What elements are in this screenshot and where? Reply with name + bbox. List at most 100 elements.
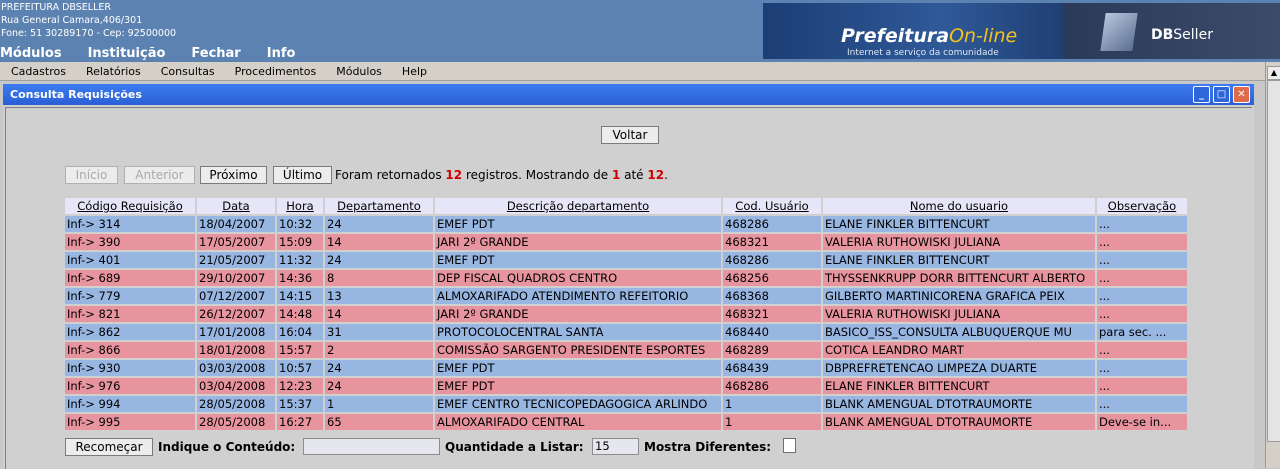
cell-nome-usuario: ELANE FINKLER BITTENCURT — [823, 378, 1095, 394]
cell-nome-usuario: BASICO_ISS_CONSULTA ALBUQUERQUE MU — [823, 324, 1095, 340]
cell-observacao: ... — [1097, 342, 1187, 358]
banner-logo-area: PrefeituraOn-line Internet a serviço da … — [763, 3, 1063, 59]
col-codigo-requisicao[interactable]: Código Requisição — [65, 198, 195, 214]
table-row[interactable]: Inf-> 976 03/04/2008 12:23 24 EMEF PDT 468286… — [65, 378, 1187, 394]
total-count: 12 — [445, 168, 463, 182]
cell-nome-usuario: GILBERTO MARTINICORENA GRAFICA PEIX — [823, 288, 1095, 304]
cell-cod-usuario: 468286 — [723, 378, 821, 394]
col-data[interactable]: Data — [197, 198, 275, 214]
col-departamento[interactable]: Departamento — [325, 198, 433, 214]
cell-codigo[interactable]: Inf-> 995 — [65, 414, 195, 430]
menu-relatorios[interactable]: Relatórios — [86, 65, 141, 78]
cell-hora: 15:57 — [277, 342, 323, 358]
table-row[interactable]: Inf-> 994 28/05/2008 15:37 1 EMEF CENTRO TEC… — [65, 396, 1187, 412]
window-titlebar: Consulta Requisições _ □ ✕ — [3, 84, 1254, 105]
col-observacao[interactable]: Observação — [1097, 198, 1187, 214]
maximize-button[interactable]: □ — [1213, 86, 1230, 103]
cell-data: 03/03/2008 — [197, 360, 275, 376]
indique-label: Indique o Conteúdo: — [158, 440, 296, 454]
menu-consultas[interactable]: Consultas — [161, 65, 215, 78]
cell-codigo[interactable]: Inf-> 401 — [65, 252, 195, 268]
cell-nome-usuario: BLANK AMENGUAL DTOTRAUMORTE — [823, 396, 1095, 412]
col-cod-usuario[interactable]: Cod. Usuário — [723, 198, 821, 214]
minimize-button[interactable]: _ — [1193, 86, 1210, 103]
scroll-up-icon[interactable]: ▲ — [1267, 66, 1280, 80]
cell-departamento: 2 — [325, 342, 433, 358]
cell-codigo[interactable]: Inf-> 994 — [65, 396, 195, 412]
cell-hora: 14:15 — [277, 288, 323, 304]
pagination-bar: Início Anterior Próximo Último Foram ret… — [63, 164, 1199, 186]
cell-nome-usuario: DBPREFRETENCAO LIMPEZA DUARTE — [823, 360, 1095, 376]
cell-descricao: COMISSÃO SARGENTO PRESIDENTE ESPORTES — [435, 342, 721, 358]
close-button[interactable]: ✕ — [1233, 86, 1250, 103]
top-menu-modulos[interactable]: Módulos — [0, 46, 62, 61]
inicio-button[interactable]: Início — [65, 166, 118, 184]
cell-codigo[interactable]: Inf-> 779 — [65, 288, 195, 304]
cell-observacao: ... — [1097, 234, 1187, 250]
col-hora[interactable]: Hora — [277, 198, 323, 214]
cell-codigo[interactable]: Inf-> 976 — [65, 378, 195, 394]
col-nome-usuario[interactable]: Nome do usuario — [823, 198, 1095, 214]
cell-descricao: DEP FISCAL QUADROS CENTRO — [435, 270, 721, 286]
cell-codigo[interactable]: Inf-> 862 — [65, 324, 195, 340]
mostra-diferentes-checkbox[interactable] — [783, 438, 796, 453]
cell-codigo[interactable]: Inf-> 866 — [65, 342, 195, 358]
cell-data: 29/10/2007 — [197, 270, 275, 286]
menu-help[interactable]: Help — [402, 65, 427, 78]
menu-cadastros[interactable]: Cadastros — [11, 65, 66, 78]
cell-cod-usuario: 468439 — [723, 360, 821, 376]
cell-data: 03/04/2008 — [197, 378, 275, 394]
table-row[interactable]: Inf-> 390 17/05/2007 15:09 14 JARI 2º GRANDE… — [65, 234, 1187, 250]
scroll-thumb[interactable] — [1267, 80, 1280, 442]
cell-hora: 11:32 — [277, 252, 323, 268]
page-scrollbar[interactable]: ▲ — [1265, 62, 1280, 468]
cell-nome-usuario: VALERIA RUTHOWISKI JULIANA — [823, 306, 1095, 322]
cell-observacao: ... — [1097, 378, 1187, 394]
table-row[interactable]: Inf-> 866 18/01/2008 15:57 2 COMISSÃO SARGEN… — [65, 342, 1187, 358]
menu-modulos[interactable]: Módulos — [336, 65, 382, 78]
menu-procedimentos[interactable]: Procedimentos — [235, 65, 317, 78]
cell-departamento: 24 — [325, 252, 433, 268]
col-descricao-departamento[interactable]: Descrição departamento — [435, 198, 721, 214]
table-row[interactable]: Inf-> 930 03/03/2008 10:57 24 EMEF PDT 468439… — [65, 360, 1187, 376]
cell-codigo[interactable]: Inf-> 930 — [65, 360, 195, 376]
table-row[interactable]: Inf-> 821 26/12/2007 14:48 14 JARI 2º GRANDE… — [65, 306, 1187, 322]
voltar-button[interactable]: Voltar — [601, 126, 659, 144]
top-menu-fechar[interactable]: Fechar — [191, 46, 240, 61]
cell-observacao: Deve-se in... — [1097, 414, 1187, 430]
results-table-container: Código Requisição Data Hora Departamento… — [63, 196, 1189, 432]
cell-cod-usuario: 468286 — [723, 216, 821, 232]
menu-bar: Cadastros Relatórios Consultas Procedime… — [0, 62, 1280, 81]
cell-hora: 15:09 — [277, 234, 323, 250]
table-row[interactable]: Inf-> 689 29/10/2007 14:36 8 DEP FISCAL QUAD… — [65, 270, 1187, 286]
window-body: Voltar Início Anterior Próximo Último Fo… — [5, 107, 1252, 469]
cell-hora: 14:48 — [277, 306, 323, 322]
cell-codigo[interactable]: Inf-> 821 — [65, 306, 195, 322]
cell-departamento: 24 — [325, 216, 433, 232]
proximo-button[interactable]: Próximo — [200, 166, 267, 184]
cell-descricao: EMEF PDT — [435, 360, 721, 376]
cell-nome-usuario: BLANK AMENGUAL DTOTRAUMORTE — [823, 414, 1095, 430]
table-row[interactable]: Inf-> 314 18/04/2007 10:32 24 EMEF PDT 468286… — [65, 216, 1187, 232]
conteudo-input[interactable] — [303, 438, 440, 455]
table-row[interactable]: Inf-> 779 07/12/2007 14:15 13 ALMOXARIFADO A… — [65, 288, 1187, 304]
cell-data: 18/01/2008 — [197, 342, 275, 358]
cell-codigo[interactable]: Inf-> 689 — [65, 270, 195, 286]
top-menu-instituicao[interactable]: Instituição — [88, 46, 166, 61]
cell-descricao: PROTOCOLOCENTRAL SANTA — [435, 324, 721, 340]
table-row[interactable]: Inf-> 401 21/05/2007 11:32 24 EMEF PDT 468286… — [65, 252, 1187, 268]
dbseller-logo-icon — [1100, 13, 1138, 51]
cell-hora: 16:04 — [277, 324, 323, 340]
table-row[interactable]: Inf-> 995 28/05/2008 16:27 65 ALMOXARIFADO C… — [65, 414, 1187, 430]
cell-codigo[interactable]: Inf-> 314 — [65, 216, 195, 232]
cell-observacao: ... — [1097, 396, 1187, 412]
recomecar-button[interactable]: Recomeçar — [65, 438, 153, 456]
cell-codigo[interactable]: Inf-> 390 — [65, 234, 195, 250]
cell-cod-usuario: 468321 — [723, 234, 821, 250]
top-menu-info[interactable]: Info — [267, 46, 296, 61]
ultimo-button[interactable]: Último — [273, 166, 332, 184]
table-row[interactable]: Inf-> 862 17/01/2008 16:04 31 PROTOCOLOCENTR… — [65, 324, 1187, 340]
quantidade-input[interactable]: 15 — [592, 438, 639, 455]
anterior-button[interactable]: Anterior — [124, 166, 195, 184]
cell-hora: 16:27 — [277, 414, 323, 430]
